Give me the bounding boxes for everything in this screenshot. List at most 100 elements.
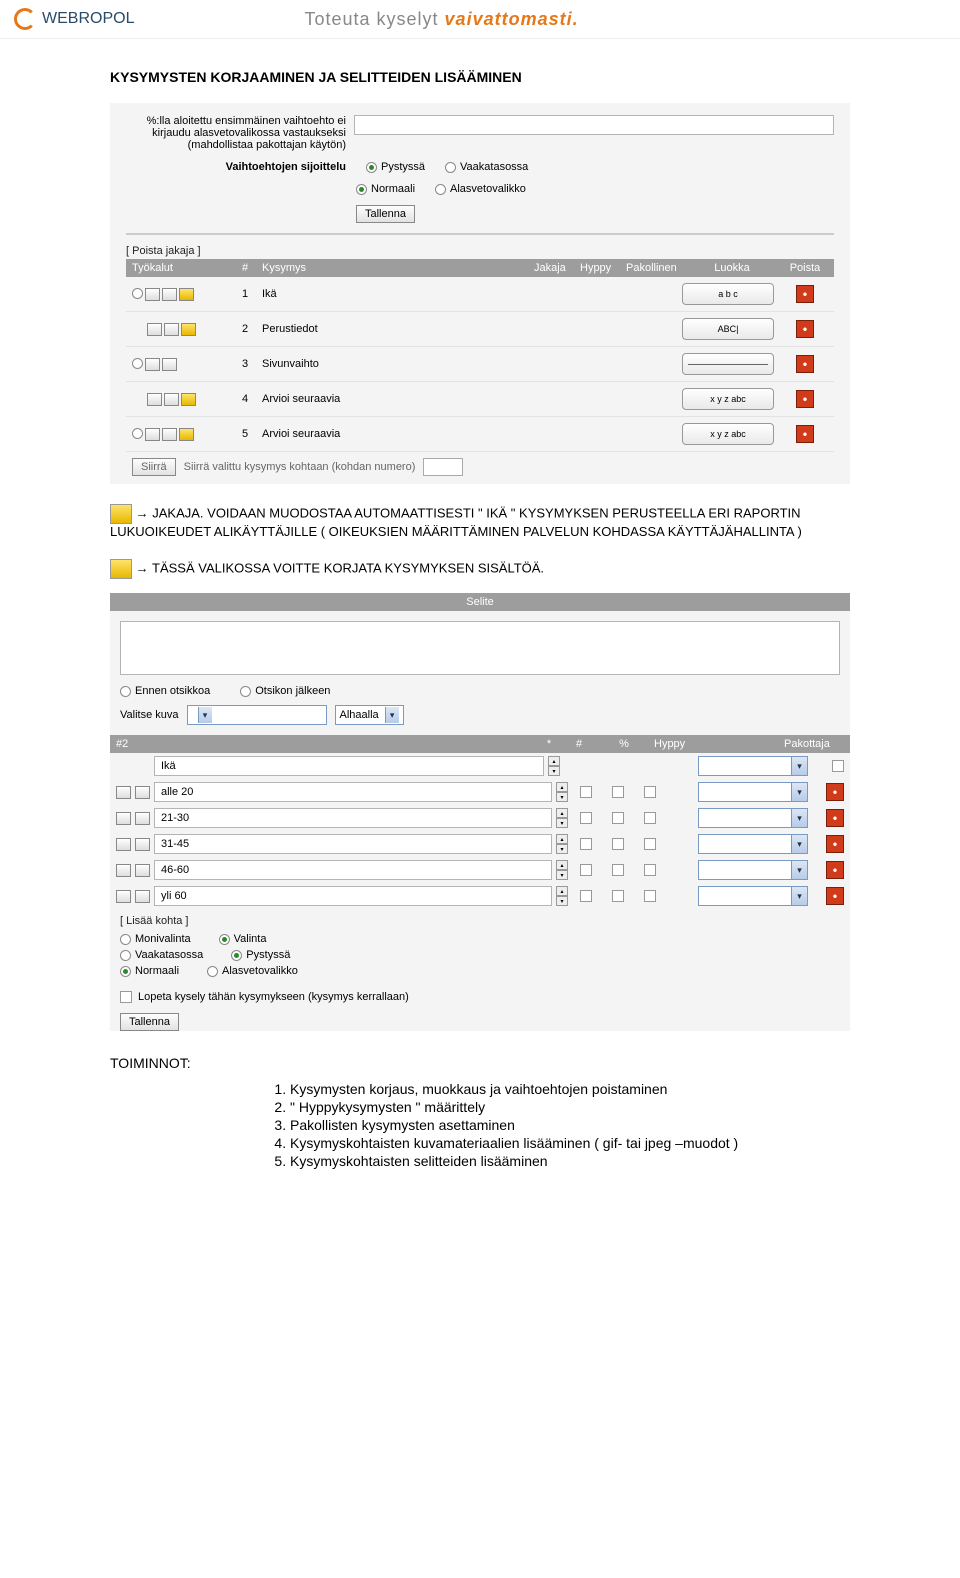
hyppy-select[interactable]: ▾ [698, 756, 808, 776]
delete-option-button[interactable]: • [826, 887, 844, 905]
tallenna-button[interactable]: Tallenna [356, 205, 415, 223]
spinner[interactable]: ▴▾ [556, 834, 568, 854]
tool-icon[interactable] [145, 358, 160, 371]
luokka-box[interactable]: ABC| [682, 318, 774, 340]
star-checkbox[interactable] [580, 838, 592, 850]
delete-button[interactable]: • [796, 320, 814, 338]
spinner[interactable]: ▴▾ [556, 808, 568, 828]
lisaa-kohta-link[interactable]: [ Lisää kohta ] [110, 909, 850, 929]
tallenna-button-2[interactable]: Tallenna [120, 1013, 179, 1031]
hyppy-select[interactable]: ▾ [698, 782, 808, 802]
tool-icon[interactable] [147, 323, 162, 336]
hyppy-select[interactable]: ▾ [698, 834, 808, 854]
hash-checkbox[interactable] [612, 786, 624, 798]
option-input[interactable]: Ikä [154, 756, 544, 776]
pct-checkbox[interactable] [644, 812, 656, 824]
radio-jalkeen[interactable]: Otsikon jälkeen [240, 685, 330, 697]
delete-button[interactable]: • [796, 390, 814, 408]
delete-option-button[interactable]: • [826, 783, 844, 801]
edit-icon[interactable] [181, 323, 196, 336]
kuva-select[interactable]: ▾ [187, 705, 327, 725]
spinner[interactable]: ▴▾ [548, 756, 560, 776]
pct-checkbox[interactable] [644, 864, 656, 876]
radio-normaali[interactable]: Normaali [356, 183, 415, 195]
tool-icon[interactable] [145, 288, 160, 301]
delete-option-button[interactable]: • [826, 809, 844, 827]
edit-icon[interactable] [179, 428, 194, 441]
radio-valinta[interactable]: Valinta [219, 933, 267, 945]
option-input[interactable]: yli 60 [154, 886, 552, 906]
opt-tool-icon[interactable] [135, 890, 150, 903]
radio-ennen[interactable]: Ennen otsikkoa [120, 685, 210, 697]
opt-tool-icon[interactable] [135, 812, 150, 825]
opt-tool-icon[interactable] [116, 838, 131, 851]
tool-icon[interactable] [162, 288, 177, 301]
pct-checkbox[interactable] [644, 838, 656, 850]
option-input[interactable]: 31-45 [154, 834, 552, 854]
luokka-box[interactable]: a b c [682, 283, 774, 305]
radio-normaali2[interactable]: Normaali [120, 965, 179, 977]
delete-option-button[interactable]: • [826, 861, 844, 879]
pakottaja-checkbox[interactable] [832, 760, 844, 772]
siirra-button[interactable]: Siirrä [132, 458, 176, 476]
delete-button[interactable]: • [796, 355, 814, 373]
hash-checkbox[interactable] [612, 864, 624, 876]
pct-input[interactable] [354, 115, 834, 135]
option-input[interactable]: alle 20 [154, 782, 552, 802]
siirra-input[interactable] [423, 458, 463, 476]
tool-icon[interactable] [145, 428, 160, 441]
hyppy-select[interactable]: ▾ [698, 886, 808, 906]
opt-tool-icon[interactable] [135, 864, 150, 877]
luokka-box[interactable] [682, 353, 774, 375]
opt-tool-icon[interactable] [135, 786, 150, 799]
delete-button[interactable]: • [796, 425, 814, 443]
selite-textarea[interactable] [120, 621, 840, 675]
spinner[interactable]: ▴▾ [556, 860, 568, 880]
delete-button[interactable]: • [796, 285, 814, 303]
hash-checkbox[interactable] [612, 890, 624, 902]
position-select[interactable]: Alhaalla▾ [335, 705, 404, 725]
star-checkbox[interactable] [580, 890, 592, 902]
hash-checkbox[interactable] [612, 812, 624, 824]
radio-alasveto[interactable]: Alasvetovalikko [435, 183, 526, 195]
luokka-box[interactable]: x y z abc [682, 423, 774, 445]
opt-tool-icon[interactable] [116, 786, 131, 799]
select-icon[interactable] [132, 288, 143, 299]
opt-tool-icon[interactable] [116, 812, 131, 825]
pct-checkbox[interactable] [644, 890, 656, 902]
hash-checkbox[interactable] [612, 838, 624, 850]
select-icon[interactable] [132, 428, 143, 439]
pct-checkbox[interactable] [644, 786, 656, 798]
chevron-down-icon: ▾ [385, 707, 399, 723]
hyppy-select[interactable]: ▾ [698, 808, 808, 828]
star-checkbox[interactable] [580, 786, 592, 798]
radio-vaakatasossa2[interactable]: Vaakatasossa [120, 949, 203, 961]
option-input[interactable]: 21-30 [154, 808, 552, 828]
tool-icon[interactable] [164, 323, 179, 336]
tool-icon[interactable] [147, 393, 162, 406]
radio-pystyssa[interactable]: Pystyssä [366, 161, 425, 173]
delete-option-button[interactable]: • [826, 835, 844, 853]
spinner[interactable]: ▴▾ [556, 886, 568, 906]
luokka-box[interactable]: x y z abc [682, 388, 774, 410]
radio-monivalinta[interactable]: Monivalinta [120, 933, 191, 945]
lopeta-checkbox[interactable] [120, 991, 132, 1003]
option-input[interactable]: 46-60 [154, 860, 552, 880]
opt-tool-icon[interactable] [116, 890, 131, 903]
tool-icon[interactable] [162, 358, 177, 371]
radio-pystyssa2[interactable]: Pystyssä [231, 949, 290, 961]
edit-icon[interactable] [181, 393, 196, 406]
tool-icon[interactable] [164, 393, 179, 406]
tool-icon[interactable] [162, 428, 177, 441]
hyppy-select[interactable]: ▾ [698, 860, 808, 880]
select-icon[interactable] [132, 358, 143, 369]
poista-jakaja-link[interactable]: [ Poista jakaja ] [126, 245, 834, 257]
radio-alasveto2[interactable]: Alasvetovalikko [207, 965, 298, 977]
star-checkbox[interactable] [580, 812, 592, 824]
star-checkbox[interactable] [580, 864, 592, 876]
opt-tool-icon[interactable] [135, 838, 150, 851]
spinner[interactable]: ▴▾ [556, 782, 568, 802]
radio-vaakatasossa[interactable]: Vaakatasossa [445, 161, 528, 173]
edit-icon[interactable] [179, 288, 194, 301]
opt-tool-icon[interactable] [116, 864, 131, 877]
